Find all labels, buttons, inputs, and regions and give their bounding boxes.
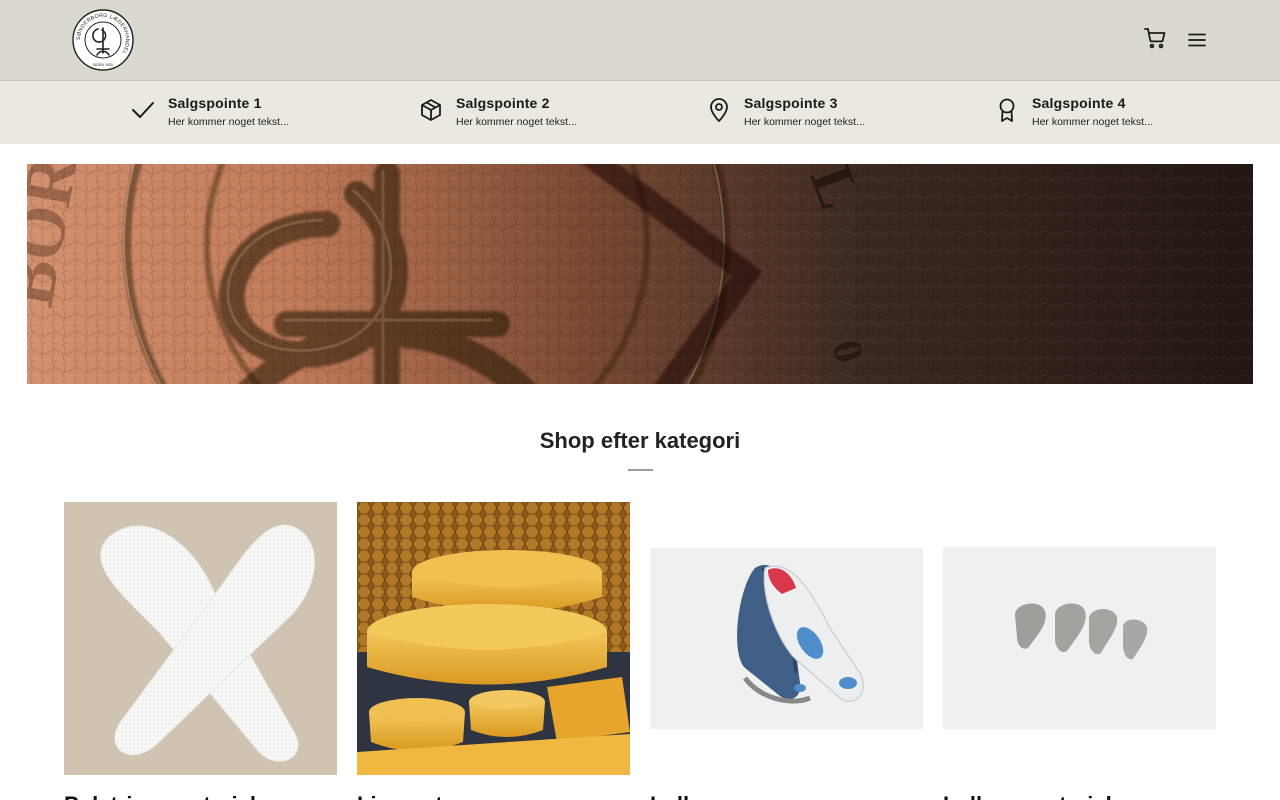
- usp-title: Salgspointe 4: [1032, 95, 1126, 111]
- sport-insoles-illustration: [737, 564, 864, 704]
- usp-text: Her kommer noget tekst...: [168, 116, 289, 128]
- usp-text: Her kommer noget tekst...: [1032, 116, 1153, 128]
- leather-emboss-image: BORG L 0: [27, 164, 1253, 384]
- category-card[interactable]: Indlæg: [650, 502, 923, 800]
- usp-title: Salgspointe 2: [456, 95, 550, 111]
- usp-title: Salgspointe 3: [744, 95, 838, 111]
- category-image[interactable]: [650, 548, 923, 729]
- category-name[interactable]: Lim og tape: [357, 792, 480, 800]
- section-divider: [628, 469, 653, 471]
- category-card[interactable]: Lim og tape: [357, 502, 630, 800]
- menu-icon[interactable]: [1186, 29, 1208, 51]
- hero-banner[interactable]: BORG L 0: [27, 164, 1253, 384]
- category-name[interactable]: Polstringsmaterialer: [64, 792, 277, 800]
- category-card[interactable]: Indlægsmaterialer: [943, 502, 1216, 800]
- check-icon: [132, 102, 154, 118]
- logo-since: SIDEN 1920: [93, 63, 113, 67]
- category-card[interactable]: Polstringsmaterialer: [64, 502, 337, 800]
- category-image[interactable]: [64, 502, 337, 775]
- site-header: SØNDERBORG LÆDERHANDEL SIDEN 1920: [0, 0, 1280, 81]
- cart-icon[interactable]: [1143, 26, 1167, 50]
- box-icon: [421, 99, 441, 121]
- category-name[interactable]: Indlæg: [650, 792, 722, 800]
- usp-bar: Salgspointe 1 Her kommer noget tekst... …: [0, 81, 1280, 144]
- category-name[interactable]: Indlægsmaterialer: [943, 792, 1133, 800]
- section-title: Shop efter kategori: [539, 428, 741, 453]
- usp-title: Salgspointe 1: [168, 95, 262, 111]
- beeswax-illustration: [357, 502, 630, 775]
- grey-pads-illustration: [1015, 603, 1148, 660]
- category-image[interactable]: [943, 547, 1216, 729]
- insoles-illustration: [100, 524, 315, 762]
- category-image[interactable]: [357, 502, 630, 775]
- map-pin-icon: [710, 98, 728, 123]
- usp-text: Her kommer noget tekst...: [456, 116, 577, 128]
- award-icon: [999, 98, 1015, 122]
- usp-text: Her kommer noget tekst...: [744, 116, 865, 128]
- brand-logo[interactable]: SØNDERBORG LÆDERHANDEL SIDEN 1920: [72, 9, 134, 71]
